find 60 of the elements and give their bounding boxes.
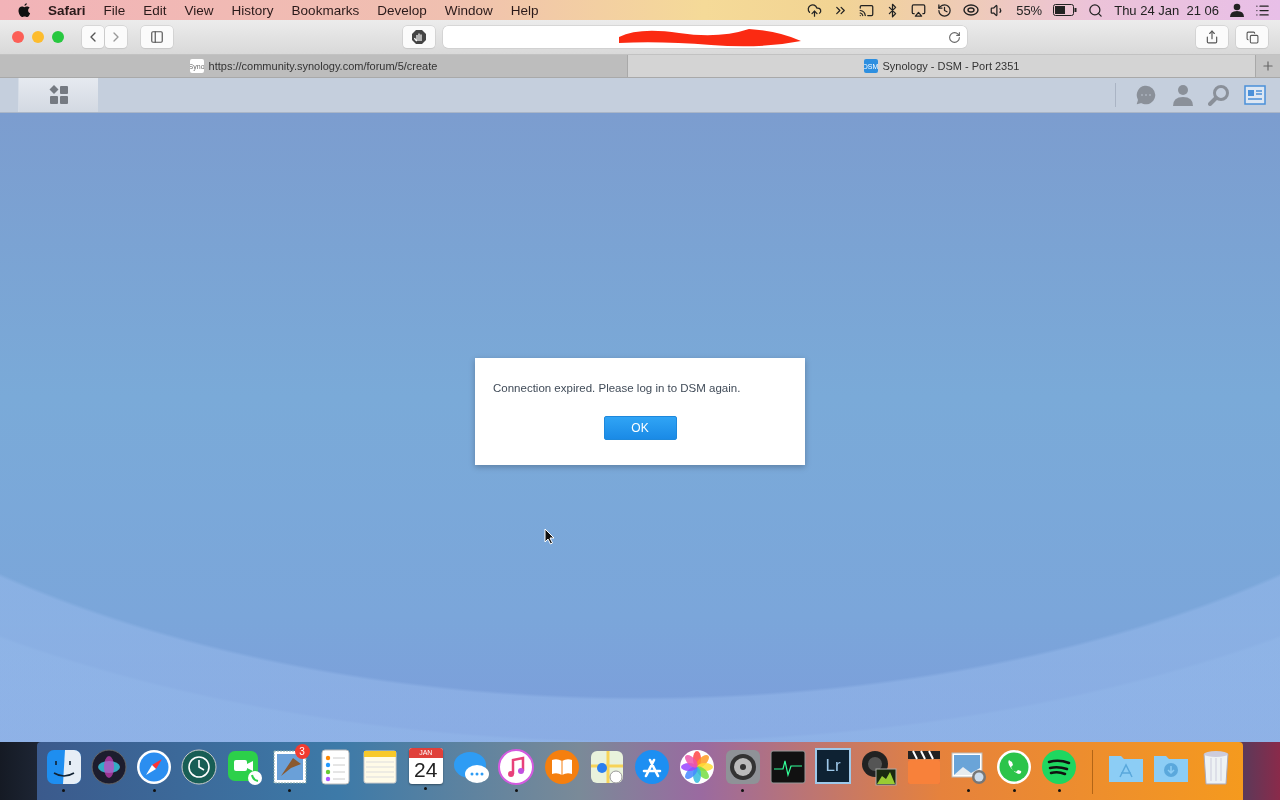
dialog-message: Connection expired. Please log in to DSM again. (493, 382, 742, 394)
sound-waves-icon[interactable] (1040, 748, 1079, 786)
privacy-button[interactable] (402, 26, 435, 48)
menu-item[interactable]: View (175, 2, 223, 18)
compass-icon[interactable] (135, 748, 174, 786)
search-icon (1208, 84, 1230, 106)
airplay-icon[interactable] (911, 2, 927, 18)
menu-item[interactable]: Window (435, 2, 502, 18)
menu-item[interactable]: File (94, 2, 135, 18)
main-menu-button[interactable] (18, 78, 98, 112)
app-menu[interactable]: Safari (39, 2, 95, 18)
app-tile[interactable]: Lr (815, 748, 852, 784)
cloud-upload-icon[interactable] (807, 2, 823, 18)
reload-icon[interactable] (947, 30, 961, 44)
widgets-button[interactable] (1244, 85, 1266, 105)
address-bar[interactable] (442, 26, 967, 48)
video-camera-icon[interactable] (225, 748, 264, 786)
flower-icon[interactable] (678, 748, 717, 786)
grid-icon (48, 85, 69, 105)
orb-icon[interactable] (89, 748, 128, 786)
cast-icon[interactable] (859, 2, 875, 18)
battery-percentage: 55% (1016, 2, 1043, 18)
share-button[interactable] (1196, 26, 1228, 48)
stamp-icon[interactable] (270, 748, 309, 786)
face-icon[interactable] (44, 748, 83, 786)
user-icon[interactable] (1230, 3, 1244, 17)
a-shape-icon[interactable] (633, 748, 672, 786)
search-icon[interactable] (1088, 2, 1104, 18)
phone-bubble-icon[interactable] (995, 748, 1034, 786)
calendar-day: 24 (414, 758, 438, 782)
id-card-icon (1244, 85, 1266, 105)
menu-item[interactable]: History (222, 2, 283, 18)
sidebar-icon (150, 30, 164, 44)
user-icon (1172, 84, 1194, 106)
list-icon[interactable] (1255, 2, 1270, 18)
tab-title: Synology - DSM - Port 2351 (882, 60, 1020, 72)
tabs-icon (1245, 30, 1259, 44)
music-note-icon[interactable] (497, 748, 536, 786)
clock-icon[interactable] (180, 748, 219, 786)
notepad-icon[interactable] (361, 748, 400, 786)
plus-icon (1261, 59, 1275, 73)
menu-item[interactable]: Help (501, 2, 548, 18)
book-icon[interactable] (542, 748, 581, 786)
cursor-icon (544, 528, 555, 545)
tab-title: https://community.synology.com/forum/5/create (208, 60, 438, 72)
history-icon[interactable] (937, 2, 953, 18)
menu-item[interactable]: Bookmarks (282, 2, 369, 18)
hand-octagon-icon (411, 30, 426, 44)
battery-icon[interactable] (1053, 4, 1078, 16)
swirl-icon[interactable] (963, 3, 980, 17)
tabs-button[interactable] (1236, 26, 1268, 48)
menu-item[interactable]: Develop (368, 2, 436, 18)
chat-bubble-icon (1134, 83, 1158, 107)
sidebar-button[interactable] (141, 26, 173, 48)
menu-item[interactable]: Edit (134, 2, 176, 18)
menu-clock: Thu 24 Jan 21 06 (1114, 2, 1219, 18)
share-icon (1205, 30, 1219, 44)
apple-icon[interactable] (18, 2, 31, 18)
heartbeat-monitor-icon[interactable] (768, 748, 807, 786)
lens-icon[interactable] (859, 748, 898, 786)
